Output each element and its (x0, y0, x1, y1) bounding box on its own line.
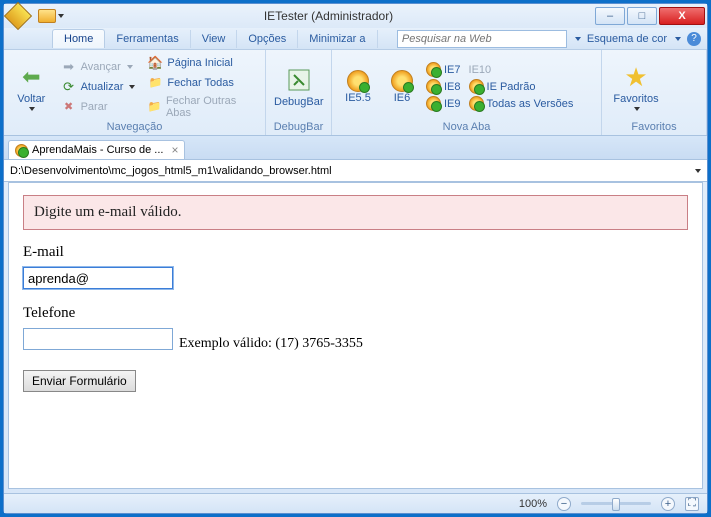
arrow-forward-icon: ➡ (61, 59, 77, 75)
titlebar: IETester (Administrador) – □ X (4, 4, 707, 28)
ie-default-button[interactable]: IE Padrão (469, 79, 574, 94)
ie9-button[interactable]: IE9 (426, 96, 461, 111)
ribbon: ⬅ Voltar ➡ Avançar ⟳ Atualizar ✖ Parar 🏠 Pág… (4, 50, 707, 136)
tab-ferramentas[interactable]: Ferramentas (105, 30, 190, 48)
submit-button[interactable]: Enviar Formulário (23, 370, 136, 392)
ie-icon (426, 62, 441, 77)
favorites-label: Favoritos (613, 93, 658, 105)
ie55-label: IE5.5 (345, 92, 371, 104)
debugbar-label: DebugBar (274, 96, 324, 108)
phone-label: Telefone (23, 305, 688, 322)
ie-icon (469, 96, 484, 111)
forward-button[interactable]: ➡ Avançar (57, 58, 140, 76)
color-scheme-link[interactable]: Esquema de cor (587, 33, 667, 45)
help-icon[interactable]: ? (687, 32, 701, 46)
page-content: Digite um e-mail válido. E-mail Telefone… (8, 182, 703, 489)
close-others-button[interactable]: 📁Fechar Outras Abas (143, 94, 259, 120)
ie-icon (347, 70, 369, 92)
ie-default-label: IE Padrão (487, 81, 536, 93)
ie-icon (426, 96, 441, 111)
tab-minimizar[interactable]: Minimizar a (298, 30, 377, 48)
tab-home[interactable]: Home (52, 29, 105, 48)
minimize-button[interactable]: – (595, 7, 625, 25)
zoom-out-button[interactable]: − (557, 497, 571, 511)
ie10-label: IE10 (469, 64, 492, 76)
group-label: DebugBar (272, 120, 325, 135)
chevron-down-icon[interactable] (695, 169, 701, 173)
back-button[interactable]: ⬅ Voltar (10, 53, 53, 120)
refresh-icon: ⟳ (61, 79, 77, 95)
refresh-label: Atualizar (81, 81, 124, 93)
close-all-label: Fechar Todas (167, 77, 233, 89)
star-icon: ★ (622, 63, 650, 91)
ie6-button[interactable]: IE6 (382, 68, 422, 106)
close-tab-icon[interactable]: × (171, 143, 178, 157)
chevron-down-icon (129, 85, 135, 89)
close-others-label: Fechar Outras Abas (166, 95, 255, 119)
search-dropdown-icon[interactable] (575, 37, 581, 41)
ie10-button[interactable]: IE10 (469, 64, 514, 76)
stop-icon: ✖ (61, 99, 77, 115)
status-bar: 100% − + ⛶ (4, 493, 707, 513)
open-folder-icon[interactable] (38, 9, 56, 23)
group-label: Nova Aba (338, 120, 595, 135)
email-field[interactable] (23, 267, 173, 289)
page-tabstrip: AprendaMais - Curso de ... × (4, 136, 707, 160)
error-message: Digite um e-mail válido. (23, 195, 688, 230)
phone-hint: Exemplo válido: (17) 3765-3355 (179, 336, 363, 352)
phone-field[interactable] (23, 328, 173, 350)
app-logo-icon (4, 2, 32, 30)
zoom-level: 100% (519, 498, 547, 510)
maximize-button[interactable]: □ (627, 7, 657, 25)
ie6-label: IE6 (394, 92, 411, 104)
chevron-down-icon[interactable] (675, 37, 681, 41)
close-button[interactable]: X (659, 7, 705, 25)
page-tab[interactable]: AprendaMais - Curso de ... × (8, 140, 185, 159)
web-search-input[interactable] (397, 30, 567, 48)
window-title: IETester (Administrador) (64, 9, 593, 23)
forward-label: Avançar (81, 61, 121, 73)
tab-view[interactable]: View (191, 30, 238, 48)
ie-icon (391, 70, 413, 92)
refresh-button[interactable]: ⟳ Atualizar (57, 78, 140, 96)
fullscreen-button[interactable]: ⛶ (685, 497, 699, 511)
folder-close-icon: 📁 (147, 99, 162, 115)
debugbar-icon (285, 66, 313, 94)
home-label: Página Inicial (167, 57, 232, 69)
ie55-button[interactable]: IE5.5 (338, 68, 378, 106)
page-tab-title: AprendaMais - Curso de ... (32, 144, 163, 156)
chevron-down-icon (634, 107, 640, 111)
ie9-label: IE9 (444, 98, 461, 110)
chevron-down-icon (127, 65, 133, 69)
zoom-in-button[interactable]: + (661, 497, 675, 511)
zoom-slider[interactable] (581, 502, 651, 505)
stop-label: Parar (81, 101, 108, 113)
stop-button[interactable]: ✖ Parar (57, 98, 140, 116)
ie7-label: IE7 (444, 64, 461, 76)
tab-opcoes[interactable]: Opções (237, 30, 298, 48)
back-label: Voltar (17, 93, 45, 105)
address-bar: D:\Desenvolvimento\mc_jogos_html5_m1\val… (4, 160, 707, 182)
group-label: Favoritos (608, 120, 700, 135)
group-label: Navegação (10, 120, 259, 135)
home-icon: 🏠 (147, 55, 163, 71)
close-all-button[interactable]: 📁 Fechar Todas (143, 74, 259, 92)
email-label: E-mail (23, 244, 688, 261)
ie-icon (15, 144, 28, 157)
ie-icon (426, 79, 441, 94)
ie-icon (469, 79, 484, 94)
favorites-button[interactable]: ★ Favoritos (608, 53, 664, 120)
ribbon-tabs: Home Ferramentas View Opções Minimizar a… (4, 28, 707, 50)
ie7-button[interactable]: IE7 (426, 62, 461, 77)
ie8-label: IE8 (444, 81, 461, 93)
all-versions-label: Todas as Versões (487, 98, 574, 110)
ie8-button[interactable]: IE8 (426, 79, 461, 94)
folder-close-icon: 📁 (147, 75, 163, 91)
all-versions-button[interactable]: Todas as Versões (469, 96, 574, 111)
home-button[interactable]: 🏠 Página Inicial (143, 54, 259, 72)
chevron-down-icon (29, 107, 35, 111)
debugbar-button[interactable]: DebugBar (272, 53, 326, 120)
address-input[interactable]: D:\Desenvolvimento\mc_jogos_html5_m1\val… (10, 165, 693, 177)
arrow-back-icon: ⬅ (17, 63, 45, 91)
